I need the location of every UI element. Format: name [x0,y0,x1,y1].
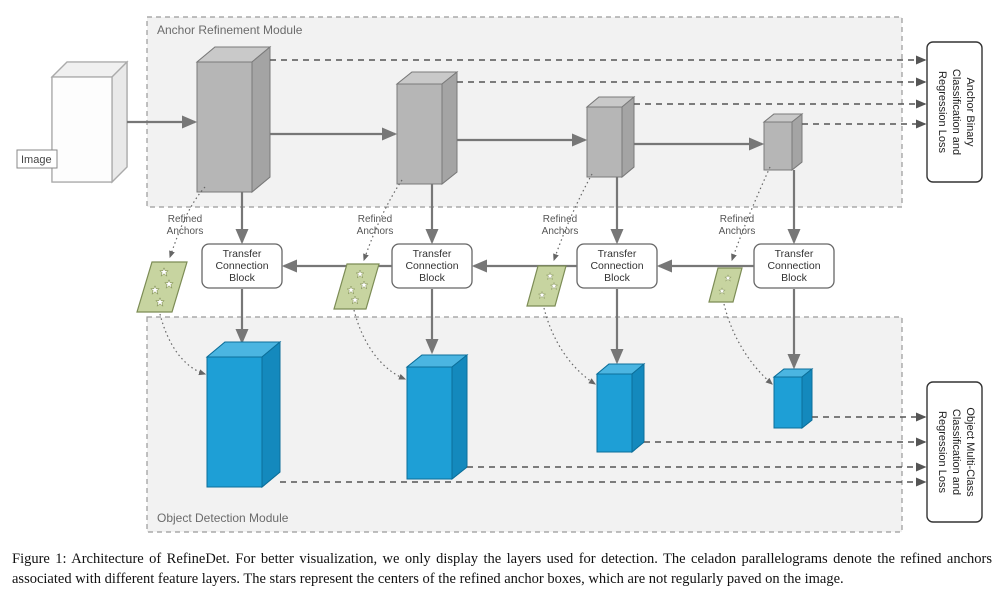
arm-feature-2 [397,72,457,184]
odm-loss-line2: Classification and [950,409,962,495]
svg-text:Transfer: Transfer [223,248,262,260]
refined-anchors-para-4 [709,268,742,302]
arm-feature-1 [197,47,270,192]
arm-loss-line3: Regression Loss [936,71,948,153]
svg-text:Refined: Refined [358,214,392,225]
svg-text:Transfer: Transfer [775,248,814,260]
svg-text:Anchors: Anchors [542,226,579,237]
svg-text:Connection: Connection [590,260,643,272]
svg-text:Connection: Connection [767,260,820,272]
svg-text:Block: Block [229,272,255,284]
refined-label-2: Refined Anchors [357,214,394,237]
refined-anchors-para-2 [334,264,379,309]
svg-text:Refined: Refined [720,214,754,225]
refined-anchors-para-1 [137,262,187,312]
odm-feature-2 [407,355,467,479]
tcb-3: Transfer Connection Block [577,244,657,288]
refined-label-3: Refined Anchors [542,214,579,237]
arm-feature-4 [764,114,802,170]
odm-feature-1 [207,342,280,487]
odm-loss-line3: Regression Loss [936,411,948,493]
svg-text:Connection: Connection [405,260,458,272]
tcb-4: Transfer Connection Block [754,244,834,288]
odm-feature-3 [597,364,644,452]
svg-text:Refined: Refined [168,214,202,225]
svg-text:Connection: Connection [215,260,268,272]
figure-number: Figure 1: [12,551,67,567]
tcb-1: Transfer Connection Block [202,244,282,288]
odm-loss-line1: Object Multi-Class [964,407,976,497]
diagram-svg: Anchor Refinement Module Object Detectio… [12,12,992,542]
image-label: Image [21,154,52,166]
svg-text:Block: Block [604,272,630,284]
svg-text:Transfer: Transfer [598,248,637,260]
refined-label-4: Refined Anchors [719,214,756,237]
figure-caption-text: Architecture of RefineDet. For better vi… [12,551,992,587]
svg-text:Transfer: Transfer [413,248,452,260]
figure: Anchor Refinement Module Object Detectio… [12,12,992,589]
input-image [52,62,127,182]
arm-loss-line2: Classification and [950,69,962,155]
svg-text:Anchors: Anchors [357,226,394,237]
tcb-2: Transfer Connection Block [392,244,472,288]
arm-module-label: Anchor Refinement Module [157,23,303,37]
svg-text:Block: Block [419,272,445,284]
arm-feature-3 [587,97,634,177]
svg-text:Block: Block [781,272,807,284]
svg-text:Anchors: Anchors [167,226,204,237]
figure-caption: Figure 1: Architecture of RefineDet. For… [12,550,992,589]
refined-anchors-para-3 [527,266,566,306]
odm-feature-4 [774,369,812,428]
svg-text:Anchors: Anchors [719,226,756,237]
arm-loss-line1: Anchor Binary [964,77,976,147]
odm-module-label: Object Detection Module [157,511,289,525]
